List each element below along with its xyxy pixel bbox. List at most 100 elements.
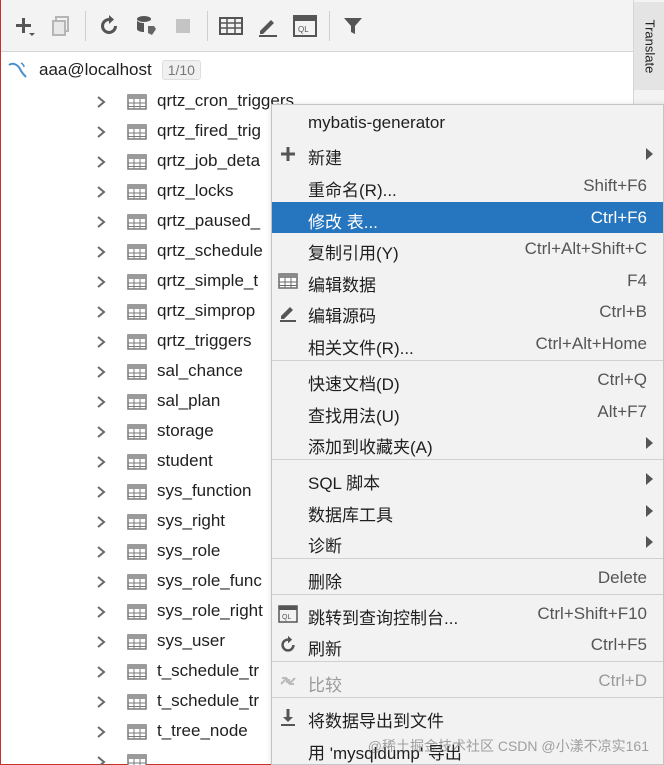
chevron-right-icon[interactable] <box>95 275 107 289</box>
context-menu: mybatis-generator 新建重命名(R)... Shift+F6 修改 表… <box>271 104 664 765</box>
menu-item[interactable]: 复制引用(Y) Ctrl+Alt+Shift+C <box>272 233 663 264</box>
refresh-icon[interactable] <box>94 11 124 41</box>
chevron-right-icon[interactable] <box>95 95 107 109</box>
submenu-arrow-icon <box>646 473 653 485</box>
table-icon <box>127 604 147 620</box>
menu-item-label: 比较 <box>308 676 342 695</box>
menu-item[interactable]: 重命名(R)... Shift+F6 <box>272 170 663 201</box>
menu-item-shortcut: Ctrl+Alt+Shift+C <box>524 239 647 258</box>
menu-item[interactable]: QL 跳转到查询控制台... Ctrl+Shift+F10 <box>272 598 663 629</box>
table-name: t_schedule_tr <box>157 661 260 680</box>
table-icon <box>127 544 147 560</box>
chevron-right-icon[interactable] <box>95 125 107 139</box>
table-icon <box>127 394 147 410</box>
table-icon <box>127 424 147 440</box>
chevron-right-icon[interactable] <box>95 665 107 679</box>
menu-item-label: 编辑源码 <box>308 307 376 326</box>
schema-count-badge: 1/10 <box>161 60 201 80</box>
menu-separator <box>272 558 663 559</box>
copy-icon[interactable] <box>46 11 76 41</box>
menu-separator <box>272 661 663 662</box>
table-icon <box>127 124 147 140</box>
table-icon <box>127 334 147 350</box>
menu-item[interactable]: 将数据导出到文件 <box>272 701 663 732</box>
chevron-right-icon[interactable] <box>95 635 107 649</box>
table-icon[interactable] <box>216 11 246 41</box>
menu-item[interactable]: 诊断 <box>272 526 663 557</box>
chevron-right-icon[interactable] <box>95 575 107 589</box>
chevron-right-icon[interactable] <box>95 215 107 229</box>
chevron-right-icon[interactable] <box>95 245 107 259</box>
table-name: sal_chance <box>157 361 244 380</box>
menu-item[interactable]: 添加到收藏夹(A) <box>272 427 663 458</box>
console-icon: QL <box>278 604 298 624</box>
menu-item-label: SQL 脚本 <box>308 474 381 493</box>
chevron-right-icon[interactable] <box>95 725 107 739</box>
translate-tab-label: Translate <box>642 19 657 73</box>
submenu-arrow-icon <box>646 536 653 548</box>
ide-window: QL Translate aaa@localhost 1/10 qrtz_cro… <box>0 0 664 765</box>
table-icon <box>127 364 147 380</box>
chevron-right-icon[interactable] <box>95 185 107 199</box>
menu-item[interactable]: 编辑源码 Ctrl+B <box>272 296 663 327</box>
pencil-icon <box>278 302 298 322</box>
chevron-right-icon[interactable] <box>95 305 107 319</box>
menu-item[interactable]: 编辑数据 F4 <box>272 265 663 296</box>
chevron-right-icon[interactable] <box>95 455 107 469</box>
table-icon <box>127 214 147 230</box>
menu-item[interactable]: 快速文档(D) Ctrl+Q <box>272 364 663 395</box>
menu-item-label: 编辑数据 <box>308 276 376 295</box>
menu-item-label: 数据库工具 <box>308 506 393 525</box>
edit-icon[interactable] <box>253 11 283 41</box>
chevron-right-icon[interactable] <box>95 605 107 619</box>
table-icon <box>127 154 147 170</box>
chevron-right-icon[interactable] <box>95 485 107 499</box>
table-icon <box>127 454 147 470</box>
table-name: qrtz_simple_t <box>157 271 259 290</box>
menu-item-label: 相关文件(R)... <box>308 339 414 358</box>
menu-separator <box>272 594 663 595</box>
table-icon <box>127 724 147 740</box>
translate-tab[interactable]: Translate <box>634 2 664 90</box>
chevron-right-icon[interactable] <box>95 155 107 169</box>
menu-item-shortcut: Ctrl+Q <box>597 370 647 389</box>
menu-item[interactable]: 新建 <box>272 138 663 169</box>
chevron-right-icon[interactable] <box>95 365 107 379</box>
menu-item-label: 查找用法(U) <box>308 407 400 426</box>
chevron-right-icon[interactable] <box>95 425 107 439</box>
menu-item[interactable]: 删除 Delete <box>272 562 663 593</box>
menu-item[interactable]: 修改 表... Ctrl+F6 <box>272 202 663 233</box>
menu-item-label: 新建 <box>308 149 342 168</box>
filter-icon[interactable] <box>338 11 368 41</box>
menu-item[interactable]: 数据库工具 <box>272 495 663 526</box>
chevron-right-icon[interactable] <box>95 395 107 409</box>
menu-item[interactable]: 查找用法(U) Alt+F7 <box>272 396 663 427</box>
tree-root-datasource[interactable]: aaa@localhost 1/10 <box>1 53 633 87</box>
chevron-right-icon[interactable] <box>95 695 107 709</box>
console-icon[interactable]: QL <box>290 11 320 41</box>
chevron-right-icon[interactable] <box>95 335 107 349</box>
menu-item[interactable]: SQL 脚本 <box>272 463 663 494</box>
menu-item-label: 重命名(R)... <box>308 181 397 200</box>
chevron-right-icon[interactable] <box>95 755 107 765</box>
chevron-right-icon[interactable] <box>95 545 107 559</box>
schema-settings-icon[interactable] <box>131 11 161 41</box>
table-name: sys_right <box>157 511 226 530</box>
watermark: @稀土掘金技术社区 CSDN @小漾不凉实161 <box>368 736 649 756</box>
watermark-csdn: CSDN @小漾不凉实161 <box>497 738 649 754</box>
table-icon <box>127 634 147 650</box>
menu-item[interactable]: mybatis-generator <box>272 107 663 138</box>
menu-item-shortcut: Ctrl+Shift+F10 <box>537 604 647 623</box>
menu-item-label: 快速文档(D) <box>308 375 400 394</box>
menu-item[interactable]: 相关文件(R)... Ctrl+Alt+Home <box>272 328 663 359</box>
stop-icon[interactable] <box>168 11 198 41</box>
table-icon <box>127 664 147 680</box>
table-name: sys_user <box>157 631 226 650</box>
chevron-right-icon[interactable] <box>95 515 107 529</box>
menu-item-label: 添加到收藏夹(A) <box>308 438 433 457</box>
menu-item[interactable]: 刷新 Ctrl+F5 <box>272 629 663 660</box>
table-icon <box>127 274 147 290</box>
toolbar-separator <box>329 10 330 41</box>
plus-icon <box>278 144 298 164</box>
add-icon[interactable] <box>9 11 39 41</box>
